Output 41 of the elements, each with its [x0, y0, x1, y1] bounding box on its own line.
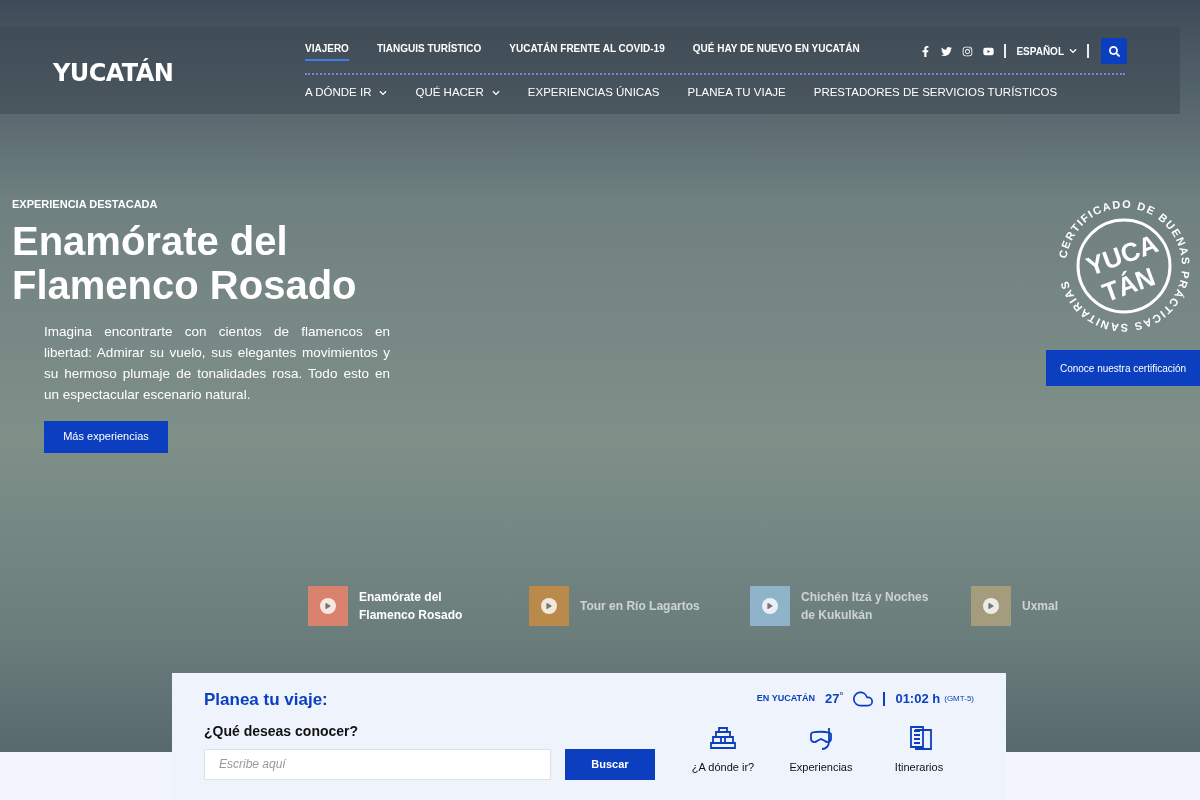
shortcut-link[interactable]: ¿A dónde ir?: [688, 725, 758, 776]
shortcut-link[interactable]: Itinerarios: [884, 725, 954, 776]
diving-mask-icon: [808, 725, 834, 751]
pyramid-icon: [710, 725, 736, 751]
planner-question: ¿Qué deseas conocer?: [204, 721, 360, 741]
search-icon: [1108, 45, 1120, 57]
more-experiences-button[interactable]: Más experiencias: [44, 420, 168, 453]
top-nav-tab[interactable]: TIANGUIS TURÍSTICO: [376, 41, 482, 61]
play-icon: [541, 597, 557, 614]
play-icon: [983, 597, 999, 614]
language-selector[interactable]: ESPAÑOL: [1016, 43, 1077, 59]
twitter-icon[interactable]: [941, 45, 953, 57]
youtube-icon[interactable]: [983, 45, 995, 57]
yucatan-logo[interactable]: YUCATÁN: [53, 59, 174, 87]
top-nav-tab[interactable]: QUÉ HAY DE NUEVO EN YUCATÁN: [692, 41, 860, 61]
top-nav-tab[interactable]: VIAJERO: [305, 41, 349, 61]
hero-eyebrow: EXPERIENCIA DESTACADA: [12, 197, 159, 212]
main-nav-link[interactable]: PLANEA TU VIAJE: [687, 84, 786, 102]
top-nav-tab[interactable]: YUCATÁN FRENTE AL COVID-19: [509, 41, 665, 61]
main-nav-link[interactable]: PRESTADORES DE SERVICIOS TURÍSTICOS: [813, 84, 1058, 102]
certification-button[interactable]: Conoce nuestra certificación: [1046, 350, 1200, 386]
hero-title: Enamórate del Flamenco Rosado: [12, 218, 358, 307]
shortcut-link[interactable]: Experiencias: [786, 725, 856, 776]
hero-description: Imagina encontrarte con cientos de flamencos en libertad: Admirar su vuelo, sus elegantes movimientos y su hermoso plumaje de tonalidades rosa. Todo esto en un espectacular escenario natural.: [44, 322, 390, 404]
local-time: 01:02 h: [895, 690, 941, 709]
main-nav-link[interactable]: A DÓNDE IR: [305, 84, 388, 102]
search-field[interactable]: Escribe aquí: [204, 748, 551, 780]
experience-link[interactable]: Enamórate del Flamenco Rosado: [308, 585, 514, 626]
main-nav-link[interactable]: QUÉ HACER: [415, 84, 500, 102]
planner-title: Planea tu viaje:: [204, 689, 329, 711]
chevron-icon: [1069, 47, 1077, 55]
search-button[interactable]: [1101, 38, 1127, 64]
search-submit-button[interactable]: Buscar: [565, 748, 655, 780]
main-nav-link[interactable]: EXPERIENCIAS ÚNICAS: [527, 84, 660, 102]
temperature: 27$^{°}$: [825, 689, 844, 709]
play-icon: [762, 597, 778, 614]
weather-location: EN YUCATÁN: [756, 692, 816, 706]
instagram-icon[interactable]: [962, 45, 974, 57]
timezone: (GMT-5): [944, 693, 974, 705]
play-icon: [320, 597, 336, 614]
cloud-icon: [853, 689, 874, 709]
